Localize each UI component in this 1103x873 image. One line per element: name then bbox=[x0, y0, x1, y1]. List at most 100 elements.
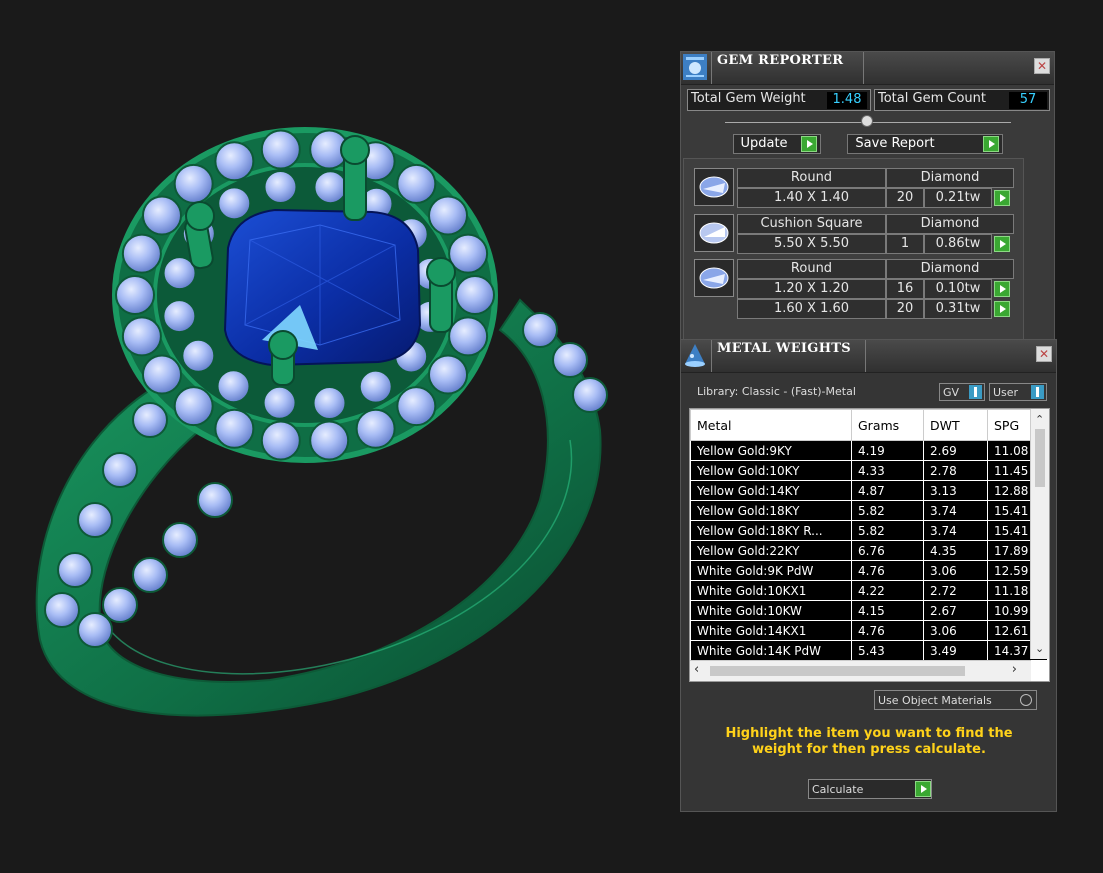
scroll-thumb[interactable] bbox=[1035, 429, 1045, 487]
table-cell[interactable]: Yellow Gold:18KY R... bbox=[690, 520, 852, 541]
table-row[interactable]: Yellow Gold:18KY R... 5.82 3.74 15.41 bbox=[690, 520, 1048, 541]
update-button[interactable]: Update bbox=[733, 134, 821, 154]
total-gem-weight-label: Total Gem Weight bbox=[691, 91, 806, 106]
column-header[interactable]: DWT bbox=[923, 409, 988, 441]
table-row[interactable]: Yellow Gold:18KY 5.82 3.74 15.41 bbox=[690, 500, 1048, 521]
3d-viewport[interactable] bbox=[0, 0, 680, 869]
table-cell[interactable]: 2.67 bbox=[923, 600, 988, 621]
gem-shape[interactable]: Cushion Square bbox=[737, 214, 886, 234]
table-cell[interactable]: White Gold:14K PdW bbox=[690, 640, 852, 661]
gem-size[interactable]: 1.20 X 1.20 bbox=[737, 279, 886, 299]
table-row[interactable]: White Gold:10KW 4.15 2.67 10.99 bbox=[690, 600, 1048, 621]
table-cell[interactable]: Yellow Gold:9KY bbox=[690, 440, 852, 461]
table-cell[interactable]: 3.74 bbox=[923, 520, 988, 541]
table-cell[interactable]: 3.06 bbox=[923, 560, 988, 581]
table-cell[interactable]: White Gold:10KW bbox=[690, 600, 852, 621]
table-cell[interactable]: Yellow Gold:10KY bbox=[690, 460, 852, 481]
round-gem-icon[interactable] bbox=[694, 259, 734, 297]
gem-weight[interactable]: 0.31tw bbox=[924, 299, 992, 319]
scroll-thumb[interactable] bbox=[710, 666, 965, 676]
table-cell[interactable]: 3.13 bbox=[923, 480, 988, 501]
play-icon[interactable] bbox=[994, 301, 1010, 317]
table-cell[interactable]: 4.19 bbox=[851, 440, 924, 461]
play-icon[interactable] bbox=[994, 281, 1010, 297]
metal-table[interactable]: Metal Grams DWT SPG Yellow Gold:9KY 4.19 2… bbox=[689, 408, 1050, 682]
scroll-left-icon[interactable]: ‹ bbox=[694, 662, 699, 677]
table-cell[interactable]: 4.76 bbox=[851, 620, 924, 641]
table-cell[interactable]: 4.87 bbox=[851, 480, 924, 501]
gv-toggle[interactable]: GV bbox=[939, 383, 985, 401]
table-row[interactable]: White Gold:10KX1 4.22 2.72 11.18 bbox=[690, 580, 1048, 601]
table-row[interactable]: Yellow Gold:14KY 4.87 3.13 12.88 bbox=[690, 480, 1048, 501]
gem-weight[interactable]: 0.86tw bbox=[924, 234, 992, 254]
gem-size[interactable]: 1.40 X 1.40 bbox=[737, 188, 886, 208]
column-header[interactable]: Metal bbox=[690, 409, 852, 441]
title-separator bbox=[865, 340, 866, 372]
table-cell[interactable]: 3.06 bbox=[923, 620, 988, 641]
accent-stone bbox=[396, 163, 437, 204]
table-cell[interactable]: 4.22 bbox=[851, 580, 924, 601]
save-report-button[interactable]: Save Report bbox=[847, 134, 1003, 154]
table-cell[interactable]: 2.69 bbox=[923, 440, 988, 461]
gem-count[interactable]: 1 bbox=[886, 234, 924, 254]
play-icon[interactable] bbox=[994, 236, 1010, 252]
gem-type[interactable]: Diamond bbox=[886, 259, 1014, 279]
metal-weights-titlebar[interactable]: METAL WEIGHTS ✕ bbox=[681, 340, 1056, 373]
play-icon[interactable] bbox=[994, 190, 1010, 206]
gem-count[interactable]: 20 bbox=[886, 188, 924, 208]
table-cell[interactable]: 4.76 bbox=[851, 560, 924, 581]
table-cell[interactable]: White Gold:9K PdW bbox=[690, 560, 852, 581]
table-row[interactable]: Yellow Gold:10KY 4.33 2.78 11.45 bbox=[690, 460, 1048, 481]
table-cell[interactable]: 2.72 bbox=[923, 580, 988, 601]
table-cell[interactable]: 6.76 bbox=[851, 540, 924, 561]
cushion-gem-icon[interactable] bbox=[694, 214, 734, 252]
vertical-scrollbar[interactable]: ⌃ ⌄ bbox=[1030, 409, 1049, 659]
gem-reporter-titlebar[interactable]: GEM REPORTER ✕ bbox=[681, 52, 1054, 85]
table-row[interactable]: White Gold:14K PdW 5.43 3.49 14.37 bbox=[690, 640, 1048, 661]
gem-count[interactable]: 16 bbox=[886, 279, 924, 299]
gem-weight[interactable]: 0.10tw bbox=[924, 279, 992, 299]
table-cell[interactable]: 4.35 bbox=[923, 540, 988, 561]
table-cell[interactable]: 5.82 bbox=[851, 520, 924, 541]
close-icon[interactable]: ✕ bbox=[1036, 346, 1052, 362]
column-header[interactable]: Grams bbox=[851, 409, 924, 441]
use-object-materials-toggle[interactable]: Use Object Materials bbox=[874, 690, 1037, 710]
gem-type[interactable]: Diamond bbox=[886, 214, 1014, 234]
accent-stone bbox=[313, 170, 348, 205]
play-icon bbox=[915, 781, 931, 797]
gem-count[interactable]: 20 bbox=[886, 299, 924, 319]
close-icon[interactable]: ✕ bbox=[1034, 58, 1050, 74]
table-cell[interactable]: 2.78 bbox=[923, 460, 988, 481]
scroll-right-icon[interactable]: › bbox=[1012, 662, 1017, 677]
table-cell[interactable]: White Gold:14KX1 bbox=[690, 620, 852, 641]
accent-stone bbox=[173, 386, 214, 427]
scroll-down-icon[interactable]: ⌄ bbox=[1035, 642, 1044, 655]
gem-type[interactable]: Diamond bbox=[886, 168, 1014, 188]
table-cell[interactable]: Yellow Gold:14KY bbox=[690, 480, 852, 501]
table-cell[interactable]: Yellow Gold:22KY bbox=[690, 540, 852, 561]
table-cell[interactable]: Yellow Gold:18KY bbox=[690, 500, 852, 521]
table-row[interactable]: Yellow Gold:22KY 6.76 4.35 17.89 bbox=[690, 540, 1048, 561]
gem-weight[interactable]: 0.21tw bbox=[924, 188, 992, 208]
gem-shape[interactable]: Round bbox=[737, 168, 886, 188]
table-cell[interactable]: 5.82 bbox=[851, 500, 924, 521]
scroll-up-icon[interactable]: ⌃ bbox=[1035, 413, 1044, 426]
gem-shape[interactable]: Round bbox=[737, 259, 886, 279]
table-cell[interactable]: 3.74 bbox=[923, 500, 988, 521]
calculate-button[interactable]: Calculate bbox=[808, 779, 932, 799]
table-row[interactable]: White Gold:9K PdW 4.76 3.06 12.59 bbox=[690, 560, 1048, 581]
table-cell[interactable]: 5.43 bbox=[851, 640, 924, 661]
table-cell[interactable]: White Gold:10KX1 bbox=[690, 580, 852, 601]
table-cell[interactable]: 4.33 bbox=[851, 460, 924, 481]
table-cell[interactable]: 3.49 bbox=[923, 640, 988, 661]
round-gem-icon[interactable] bbox=[694, 168, 734, 206]
horizontal-scrollbar[interactable]: ‹ › bbox=[690, 660, 1031, 681]
table-row[interactable]: White Gold:14KX1 4.76 3.06 12.61 bbox=[690, 620, 1048, 641]
toggle-indicator-icon bbox=[1031, 385, 1044, 399]
gem-size[interactable]: 1.60 X 1.60 bbox=[737, 299, 886, 319]
gem-size[interactable]: 5.50 X 5.50 bbox=[737, 234, 886, 254]
slider-handle-icon[interactable] bbox=[861, 115, 873, 127]
table-row[interactable]: Yellow Gold:9KY 4.19 2.69 11.08 bbox=[690, 440, 1048, 461]
table-cell[interactable]: 4.15 bbox=[851, 600, 924, 621]
user-toggle[interactable]: User bbox=[989, 383, 1047, 401]
